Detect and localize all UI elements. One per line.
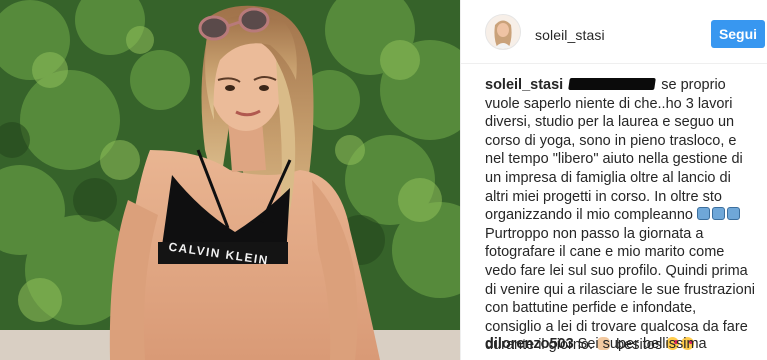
list-item: dilorenzo503 Sei super bellissima (485, 336, 707, 352)
post-username[interactable]: soleil_stasi (535, 27, 605, 43)
post-side-panel: soleil_stasi Segui soleil_stasi se propr… (460, 0, 767, 360)
caption-username[interactable]: soleil_stasi (485, 77, 563, 93)
avatar-image (486, 15, 520, 49)
caption-comment: soleil_stasi se proprio vuole saperlo ni… (485, 76, 755, 355)
raised-hands-icon (712, 207, 725, 221)
post-photo: CALVIN KLEIN (0, 0, 460, 360)
redacted-mention (568, 78, 657, 90)
comment-text: Sei super bellissima (577, 336, 707, 352)
comment-username[interactable]: dilorenzo503 (485, 336, 574, 352)
follow-button[interactable]: Segui (711, 20, 765, 48)
woman-bikini-image: CALVIN KLEIN (0, 0, 460, 360)
raised-hands-icon (727, 207, 740, 221)
caption-text-part-2: Purtroppo non passo la giornata a fotogr… (485, 225, 755, 354)
raised-hands-icon (697, 207, 710, 221)
post-header: soleil_stasi Segui (461, 0, 767, 64)
caption-text-part-1: se proprio vuole saperlo niente di che..… (485, 77, 743, 224)
avatar[interactable] (485, 14, 521, 50)
